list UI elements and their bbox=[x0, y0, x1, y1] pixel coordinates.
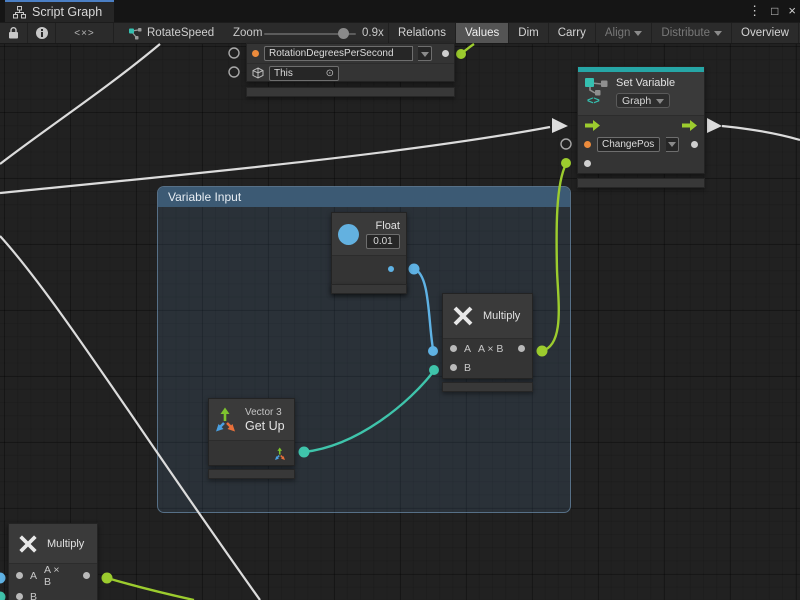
variable-name-field[interactable]: RotationDegreesPerSecond bbox=[264, 46, 413, 61]
carry-button[interactable]: Carry bbox=[548, 23, 595, 43]
zoom-value: 0.9x bbox=[362, 23, 384, 43]
gameobject-cube-icon bbox=[252, 67, 264, 79]
output-port[interactable] bbox=[442, 50, 449, 57]
lock-icon bbox=[8, 27, 19, 39]
node-footer bbox=[577, 178, 705, 188]
overview-button[interactable]: Overview bbox=[731, 23, 798, 43]
node-title: Multiply bbox=[483, 310, 520, 322]
node-footer bbox=[331, 284, 407, 294]
window-menu-icon[interactable]: ⋮ bbox=[748, 0, 761, 22]
relations-button[interactable]: Relations bbox=[388, 23, 455, 43]
graph-toolbar: <×> RotateSpeed Zoom 0.9x Relations Valu… bbox=[0, 22, 800, 44]
dim-button[interactable]: Dim bbox=[508, 23, 547, 43]
graph-name: RotateSpeed bbox=[147, 27, 214, 39]
tab-script-graph[interactable]: Script Graph bbox=[5, 0, 114, 22]
output-port[interactable] bbox=[518, 345, 525, 352]
chevron-down-icon bbox=[668, 142, 676, 147]
input-port-a[interactable] bbox=[16, 572, 23, 579]
output-port[interactable] bbox=[388, 266, 394, 272]
node-title: Float bbox=[376, 220, 400, 232]
close-icon[interactable]: × bbox=[788, 0, 796, 22]
output-port[interactable] bbox=[83, 572, 90, 579]
vector3-icon bbox=[214, 407, 239, 433]
input-port-b[interactable] bbox=[450, 364, 457, 371]
input-port-a[interactable] bbox=[450, 345, 457, 352]
flow-input-arrow[interactable] bbox=[584, 119, 601, 132]
node-get-variable[interactable]: RotationDegreesPerSecond This ⊙ bbox=[246, 43, 455, 82]
chevron-down-icon bbox=[714, 31, 722, 36]
set-variable-icon: <> bbox=[584, 77, 610, 105]
node-set-variable[interactable]: <> Set Variable Graph bbox=[577, 66, 705, 174]
info-icon bbox=[36, 27, 48, 39]
graph-breadcrumb[interactable]: RotateSpeed bbox=[128, 23, 214, 43]
group-title: Variable Input bbox=[168, 190, 241, 204]
variable-name-field[interactable]: ChangePos bbox=[597, 137, 660, 152]
output-port[interactable] bbox=[691, 141, 698, 148]
variable-port-icon[interactable] bbox=[584, 141, 591, 148]
node-title: Set Variable bbox=[616, 77, 675, 90]
flow-output-arrow[interactable] bbox=[681, 119, 698, 132]
node-type-label: Vector 3 bbox=[245, 407, 282, 418]
object-picker-icon[interactable]: ⊙ bbox=[326, 68, 334, 79]
variable-port-icon[interactable] bbox=[252, 50, 259, 57]
script-graph-icon bbox=[13, 6, 26, 19]
node-multiply[interactable]: Multiply A A × B B bbox=[442, 293, 533, 379]
graph-icon bbox=[128, 27, 142, 40]
vector3-output-port[interactable] bbox=[274, 447, 287, 461]
multiply-icon bbox=[451, 304, 475, 328]
input-port[interactable] bbox=[584, 160, 591, 167]
node-footer bbox=[442, 382, 533, 392]
node-footer bbox=[246, 87, 455, 97]
lock-button[interactable] bbox=[0, 23, 28, 43]
align-button[interactable]: Align bbox=[595, 23, 652, 43]
code-icon: <×> bbox=[74, 28, 95, 39]
node-title: Multiply bbox=[47, 538, 84, 550]
code-preview-button[interactable]: <×> bbox=[56, 23, 114, 43]
group-header[interactable]: Variable Input bbox=[158, 187, 570, 207]
maximize-icon[interactable]: □ bbox=[771, 0, 778, 22]
variable-dropdown[interactable] bbox=[418, 46, 432, 61]
zoom-slider-handle[interactable] bbox=[338, 28, 349, 39]
chevron-down-icon bbox=[656, 99, 664, 104]
input-port-b[interactable] bbox=[16, 593, 23, 600]
zoom-slider[interactable] bbox=[264, 33, 356, 35]
info-button[interactable] bbox=[28, 23, 56, 43]
float-type-icon bbox=[338, 224, 359, 245]
multiply-icon bbox=[17, 533, 39, 555]
distribute-button[interactable]: Distribute bbox=[651, 23, 731, 43]
variable-dropdown[interactable] bbox=[666, 137, 679, 152]
node-footer bbox=[208, 469, 295, 479]
chevron-down-icon bbox=[634, 31, 642, 36]
svg-text:<>: <> bbox=[587, 95, 600, 105]
values-button[interactable]: Values bbox=[455, 23, 508, 43]
node-title: Get Up bbox=[245, 419, 285, 433]
node-float-literal[interactable]: Float 0.01 bbox=[331, 212, 407, 293]
float-value-field[interactable]: 0.01 bbox=[366, 234, 400, 249]
chevron-down-icon bbox=[421, 52, 429, 57]
tab-title: Script Graph bbox=[32, 5, 102, 19]
node-multiply-2[interactable]: Multiply A A × B B bbox=[8, 523, 98, 600]
variable-scope-dropdown[interactable]: Graph bbox=[616, 93, 670, 108]
target-field[interactable]: This ⊙ bbox=[269, 66, 339, 81]
toolbar-buttons: Relations Values Dim Carry Align Distrib… bbox=[388, 23, 800, 43]
node-vector3-get-up[interactable]: Vector 3 Get Up bbox=[208, 398, 295, 466]
window-controls: ⋮ □ × bbox=[748, 0, 796, 22]
window-titlebar: Script Graph ⋮ □ × bbox=[0, 0, 800, 22]
zoom-label: Zoom bbox=[233, 23, 262, 43]
script-graph-window: Script Graph ⋮ □ × <×> bbox=[0, 0, 800, 600]
